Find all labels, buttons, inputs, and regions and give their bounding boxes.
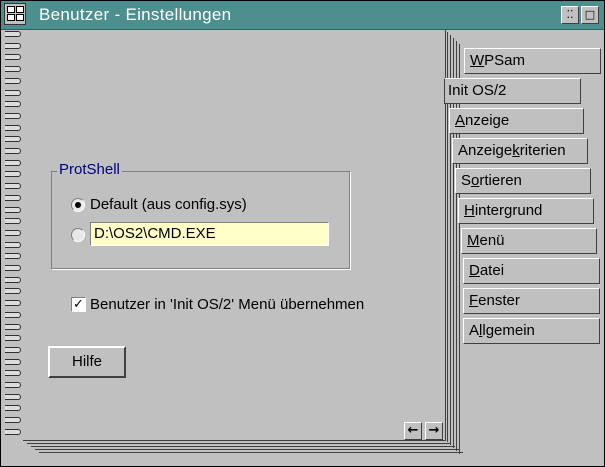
spiral-coil xyxy=(5,229,21,236)
spiral-coil xyxy=(5,218,21,225)
spiral-coil xyxy=(5,428,21,435)
spiral-coil xyxy=(5,77,21,84)
next-page-button[interactable]: → xyxy=(425,422,443,440)
spiral-coil xyxy=(5,148,21,154)
tab-allgemein[interactable]: Allgemein xyxy=(463,318,600,344)
tab-init-os-2[interactable]: Init OS/2 xyxy=(444,78,581,104)
radio-default-label[interactable]: Default (aus config.sys) xyxy=(90,196,247,213)
spiral-coil xyxy=(5,101,21,108)
spiral-coil xyxy=(5,42,21,49)
spiral-coil xyxy=(5,112,21,119)
spiral-coil xyxy=(5,31,21,37)
tab-hintergrund[interactable]: Hintergrund xyxy=(458,198,594,224)
spiral-coil xyxy=(5,89,21,96)
prev-page-button[interactable]: ← xyxy=(404,422,422,440)
tab-datei[interactable]: Datei xyxy=(463,258,600,284)
tab-anzeigekriterien[interactable]: Anzeigekriterien xyxy=(452,138,588,164)
spiral-coil xyxy=(5,206,21,213)
spiral-binding xyxy=(5,31,23,441)
spiral-coil xyxy=(5,382,21,388)
spiral-coil xyxy=(5,276,21,283)
radio-default[interactable] xyxy=(71,198,85,212)
window-title: Benutzer - Einstellungen xyxy=(39,5,232,24)
init-os2-menu-checkbox-label[interactable]: Benutzer in 'Init OS/2' Menü übernehmen xyxy=(90,296,364,313)
page-edge xyxy=(39,452,463,453)
spiral-coil xyxy=(5,136,21,143)
spiral-coil xyxy=(5,300,21,307)
spiral-coil xyxy=(5,183,21,190)
tab-wpsam[interactable]: WPSam xyxy=(464,48,601,74)
spiral-coil xyxy=(5,311,21,318)
spiral-coil xyxy=(5,346,21,353)
spiral-coil xyxy=(5,194,21,201)
spiral-coil xyxy=(5,265,21,271)
spiral-coil xyxy=(5,335,21,342)
spiral-coil xyxy=(5,323,21,330)
tab-sortieren[interactable]: Sortieren xyxy=(455,168,591,194)
maximize-button[interactable]: □ xyxy=(581,6,599,24)
protshell-groupbox xyxy=(51,171,350,269)
tab-fenster[interactable]: Fenster xyxy=(463,288,600,314)
page-edge xyxy=(459,44,460,454)
spiral-coil xyxy=(5,405,21,412)
spiral-coil xyxy=(5,358,21,365)
spiral-coil xyxy=(5,288,21,295)
spiral-coil xyxy=(5,241,21,248)
title-bar[interactable]: Benutzer - Einstellungen ⁚⁚ □ xyxy=(1,1,604,30)
page-edge xyxy=(27,443,451,444)
tab-anzeige[interactable]: Anzeige xyxy=(449,108,584,134)
system-menu-icon[interactable] xyxy=(4,3,26,25)
help-button[interactable]: Hilfe xyxy=(48,346,126,378)
spiral-coil xyxy=(5,393,21,400)
spiral-coil xyxy=(5,66,21,73)
protshell-path-field[interactable]: D:\OS2\CMD.EXE xyxy=(90,222,329,246)
spiral-coil xyxy=(5,370,21,377)
spiral-coil xyxy=(5,253,21,260)
page-edge xyxy=(31,446,455,447)
spiral-coil xyxy=(5,171,21,178)
spiral-coil xyxy=(5,159,21,166)
settings-window: Benutzer - Einstellungen ⁚⁚ □ ProtShell … xyxy=(0,0,605,467)
spiral-coil xyxy=(5,54,21,61)
tab-men[interactable]: Menü xyxy=(461,228,597,254)
groupbox-label: ProtShell xyxy=(57,161,122,178)
radio-custom[interactable] xyxy=(71,228,85,242)
page-edge xyxy=(35,449,459,450)
init-os2-menu-checkbox[interactable]: ✓ xyxy=(71,297,86,312)
spiral-coil xyxy=(5,124,21,131)
spiral-coil xyxy=(5,417,21,424)
restore-button[interactable]: ⁚⁚ xyxy=(561,6,579,24)
